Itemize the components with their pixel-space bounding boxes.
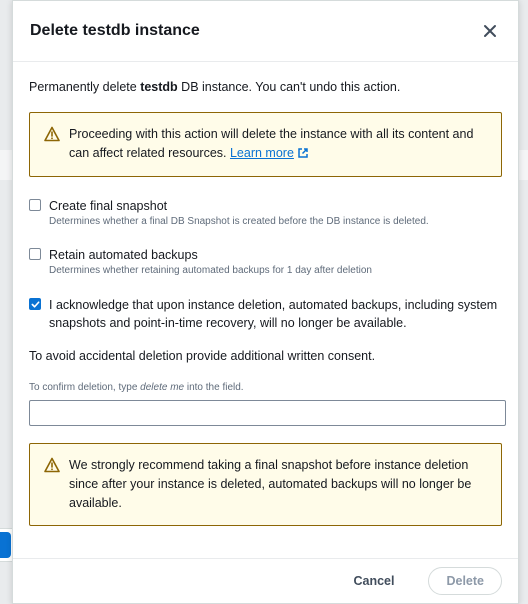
confirm-field-label: To confirm deletion, type delete me into… xyxy=(29,382,502,393)
create-final-snapshot-option: Create final snapshot Determines whether… xyxy=(29,197,502,227)
consent-heading: To avoid accidental deletion provide add… xyxy=(29,349,376,363)
instance-name: testdb xyxy=(140,80,178,94)
dialog-title: Delete testdb instance xyxy=(30,22,200,39)
intro-prefix: Permanently delete xyxy=(29,80,141,94)
delete-instance-dialog: Delete testdb instance Permanently delet… xyxy=(12,0,519,604)
option-description: Determines whether retaining automated b… xyxy=(49,265,372,276)
retain-automated-backups-checkbox[interactable] xyxy=(29,248,41,260)
option-label: I acknowledge that upon instance deletio… xyxy=(49,298,498,330)
alert-message: Proceeding with this action will delete … xyxy=(69,125,487,163)
backdrop-strip xyxy=(0,150,12,180)
acknowledge-checkbox[interactable] xyxy=(29,298,41,310)
side-tab-marker xyxy=(0,532,11,558)
checkmark-icon xyxy=(31,300,39,308)
backdrop-strip xyxy=(519,150,528,180)
option-label: Create final snapshot xyxy=(49,199,168,213)
confirm-phrase: delete me xyxy=(140,382,185,393)
learn-more-link[interactable]: Learn more xyxy=(230,146,294,160)
external-link-icon xyxy=(298,148,308,158)
confirm-field-group: To confirm deletion, type delete me into… xyxy=(29,382,506,426)
snapshot-recommendation-alert: We strongly recommend taking a final sna… xyxy=(29,443,502,526)
confirm-prefix: To confirm deletion, type xyxy=(29,382,141,393)
delete-button[interactable]: Delete xyxy=(428,567,502,595)
confirm-deletion-input[interactable] xyxy=(29,400,506,426)
dialog-footer: Cancel Delete xyxy=(13,558,518,603)
cancel-button[interactable]: Cancel xyxy=(339,568,408,594)
recommendation-text: We strongly recommend taking a final sna… xyxy=(69,458,472,510)
option-label: Retain automated backups xyxy=(49,248,198,262)
intro-suffix: DB instance. You can't undo this action. xyxy=(177,80,401,94)
acknowledge-option: I acknowledge that upon instance deletio… xyxy=(29,296,502,332)
create-final-snapshot-checkbox[interactable] xyxy=(29,199,41,211)
confirm-suffix: into the field. xyxy=(184,382,244,393)
deletion-alert: Proceeding with this action will delete … xyxy=(29,112,502,177)
retain-automated-backups-option: Retain automated backups Determines whet… xyxy=(29,246,502,276)
close-button[interactable] xyxy=(478,19,502,43)
dialog-body: Permanently delete testdb DB instance. Y… xyxy=(13,62,518,526)
intro-text: Permanently delete testdb DB instance. Y… xyxy=(29,80,502,94)
warning-icon xyxy=(44,457,60,473)
option-description: Determines whether a final DB Snapshot i… xyxy=(49,216,429,227)
close-icon xyxy=(484,25,496,37)
dialog-header: Delete testdb instance xyxy=(13,1,518,62)
warning-icon xyxy=(44,126,60,142)
